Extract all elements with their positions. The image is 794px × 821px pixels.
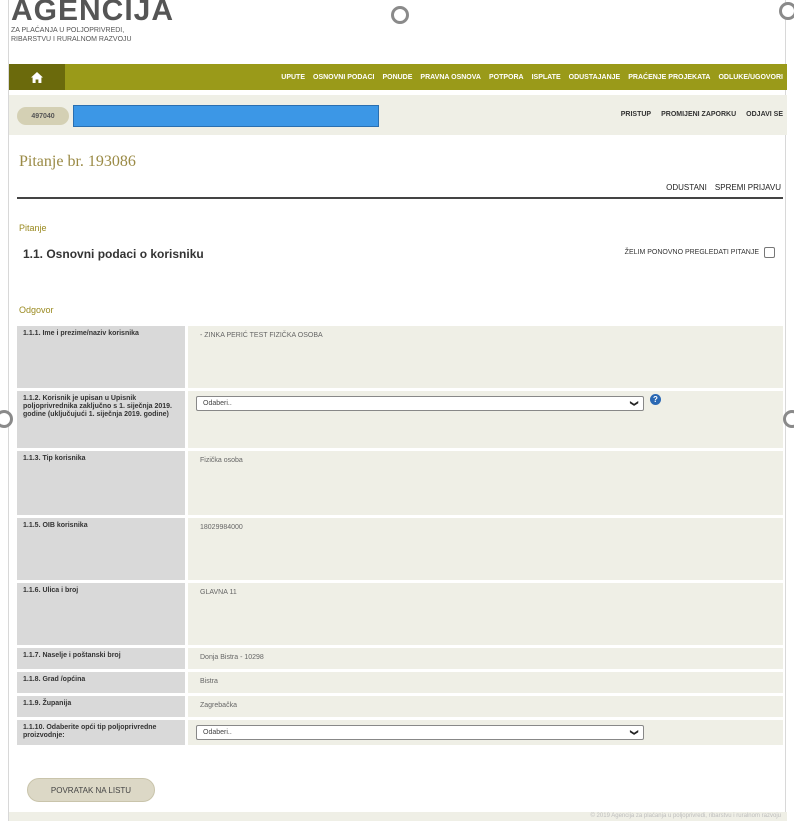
row-label: 1.1.8. Grad /općina (17, 672, 185, 693)
resize-handle-left[interactable] (0, 410, 13, 428)
logout-link[interactable]: ODJAVI SE (746, 111, 783, 118)
user-id-badge: 497040 (17, 107, 69, 125)
answer-row-oib: 1.1.5. OIB korisnika 18029984000 (17, 518, 783, 583)
agency-logo: AGENCIJA ZA PLAĆANJA U POLJOPRIVREDI, RI… (11, 0, 174, 44)
nav-item-potpora[interactable]: POTPORA (489, 74, 524, 81)
production-type-select-value: Odaberi.. (203, 729, 232, 736)
nav-item-osnovni-podaci[interactable]: OSNOVNI PODACI (313, 74, 374, 81)
answer-row-registry: 1.1.2. Korisnik je upisan u Upisnik polj… (17, 391, 783, 451)
row-value: 18029984000 (185, 518, 783, 580)
title-divider (17, 197, 783, 199)
row-label: 1.1.5. OIB korisnika (17, 518, 185, 580)
page-container: AGENCIJA ZA PLAĆANJA U POLJOPRIVREDI, RI… (0, 0, 794, 821)
resize-handle-top[interactable] (391, 6, 409, 24)
help-icon[interactable]: ? (650, 394, 661, 405)
answer-row-settlement: 1.1.7. Naselje i poštanski broj Donja Bi… (17, 648, 783, 672)
nav-item-isplate[interactable]: ISPLATE (532, 74, 561, 81)
change-password-link[interactable]: PROMIJENI ZAPORKU (661, 111, 736, 118)
question-title: 1.1. Osnovni podaci o korisniku (23, 247, 204, 261)
row-value: Odaberi.. ❯ ? (185, 391, 783, 448)
home-icon (31, 71, 43, 83)
footer: © 2019 Agencija za plaćanja u poljoprivr… (9, 812, 787, 821)
row-value: Zagrebačka (185, 696, 783, 717)
answer-row-city: 1.1.8. Grad /općina Bistra (17, 672, 783, 696)
main-nav: UPUTE OSNOVNI PODACI PONUDE PRAVNA OSNOV… (9, 64, 787, 90)
logo-title: AGENCIJA (11, 0, 175, 27)
nav-item-upute[interactable]: UPUTE (281, 74, 305, 81)
registry-select[interactable]: Odaberi.. ❯ (196, 396, 644, 411)
user-bar: 497040 PRISTUP PROMIJENI ZAPORKU ODJAVI … (9, 95, 787, 135)
row-label: 1.1.1. Ime i prezime/naziv korisnika (17, 326, 185, 388)
review-toggle: ŽELIM PONOVNO PREGLEDATI PITANJE (625, 247, 775, 258)
question-section-label: Pitanje (19, 223, 47, 233)
logo-subtitle-line2: RIBARSTVU I RURALNOM RAZVOJU (11, 36, 132, 43)
row-value: Donja Bistra - 10298 (185, 648, 783, 669)
answer-table: 1.1.1. Ime i prezime/naziv korisnika - Z… (17, 326, 783, 748)
registry-select-value: Odaberi.. (203, 400, 232, 407)
answer-section-label: Odgovor (19, 305, 54, 315)
row-label: 1.1.3. Tip korisnika (17, 451, 185, 515)
chevron-down-icon: ❯ (630, 729, 640, 736)
resize-handle-right[interactable] (783, 410, 794, 428)
answer-row-type: 1.1.3. Tip korisnika Fizička osoba (17, 451, 783, 518)
row-label: 1.1.9. Županija (17, 696, 185, 717)
resize-handle-top-right[interactable] (779, 2, 794, 20)
save-application-button[interactable]: SPREMI PRIJAVU (715, 183, 781, 192)
nav-item-odustajanje[interactable]: ODUSTAJANJE (569, 74, 621, 81)
access-link[interactable]: PRISTUP (621, 111, 651, 118)
row-label: 1.1.6. Ulica i broj (17, 583, 185, 645)
back-to-list-button[interactable]: POVRATAK NA LISTU (27, 778, 155, 802)
row-value: - ZINKA PERIĆ TEST FIZIČKA OSOBA (185, 326, 783, 388)
nav-items: UPUTE OSNOVNI PODACI PONUDE PRAVNA OSNOV… (281, 64, 783, 90)
row-label: 1.1.7. Naselje i poštanski broj (17, 648, 185, 669)
row-label: 1.1.10. Odaberite opći tip poljoprivredn… (17, 720, 185, 745)
page-title: Pitanje br. 193086 (19, 153, 136, 170)
cancel-button[interactable]: ODUSTANI (666, 183, 707, 192)
answer-row-street: 1.1.6. Ulica i broj GLAVNA 11 (17, 583, 783, 648)
answer-row-county: 1.1.9. Županija Zagrebačka (17, 696, 783, 720)
row-label: 1.1.2. Korisnik je upisan u Upisnik polj… (17, 391, 185, 448)
nav-item-odluke-ugovori[interactable]: ODLUKE/UGOVORI (718, 74, 783, 81)
row-value: Bistra (185, 672, 783, 693)
logo-subtitle-line1: ZA PLAĆANJA U POLJOPRIVREDI, (11, 27, 125, 34)
nav-item-pracenje-projekata[interactable]: PRAĆENJE PROJEKATA (628, 74, 710, 81)
nav-item-pravna-osnova[interactable]: PRAVNA OSNOVA (420, 74, 481, 81)
row-value: GLAVNA 11 (185, 583, 783, 645)
home-button[interactable] (9, 64, 65, 90)
answer-row-production-type: 1.1.10. Odaberite opći tip poljoprivredn… (17, 720, 783, 748)
page-actions: ODUSTANI SPREMI PRIJAVU (666, 183, 781, 192)
row-value: Fizička osoba (185, 451, 783, 515)
review-label: ŽELIM PONOVNO PREGLEDATI PITANJE (624, 249, 759, 256)
footer-text: © 2019 Agencija za plaćanja u poljoprivr… (590, 813, 781, 819)
chevron-down-icon: ❯ (630, 400, 640, 407)
row-value: Odaberi.. ❯ (185, 720, 783, 745)
answer-row-name: 1.1.1. Ime i prezime/naziv korisnika - Z… (17, 326, 783, 391)
user-links: PRISTUP PROMIJENI ZAPORKU ODJAVI SE (621, 111, 783, 118)
nav-item-ponude[interactable]: PONUDE (382, 74, 412, 81)
user-name-field (73, 105, 379, 127)
review-checkbox[interactable] (764, 247, 775, 258)
production-type-select[interactable]: Odaberi.. ❯ (196, 725, 644, 740)
